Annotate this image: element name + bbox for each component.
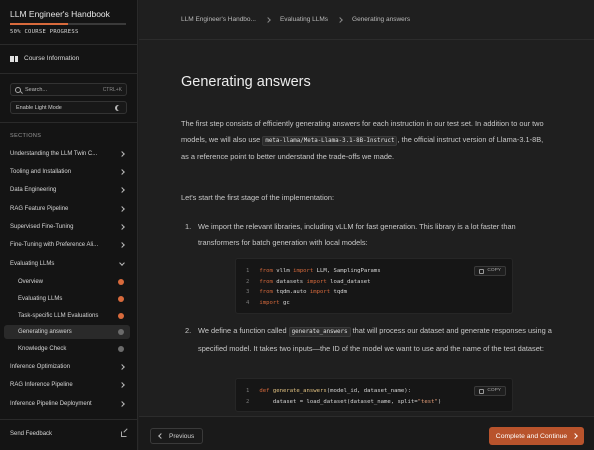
sidebar-lesson-generating-answers[interactable]: Generating answers xyxy=(4,325,130,339)
chevron-right-icon xyxy=(119,224,125,230)
sidebar-item-understanding-llm-twin[interactable]: Understanding the LLM Twin C... xyxy=(4,147,130,161)
sidebar-item-tooling[interactable]: Tooling and Installation xyxy=(4,165,130,179)
divider xyxy=(0,419,138,420)
code-line: 3 from tqdm.auto import tqdm xyxy=(246,289,347,295)
progress-fill xyxy=(10,23,68,25)
chevron-right-icon xyxy=(119,187,125,193)
chevron-right-icon xyxy=(119,242,125,248)
light-mode-label: Enable Light Mode xyxy=(16,104,62,111)
external-link-icon xyxy=(121,431,127,437)
search-shortcut: CTRL+K xyxy=(102,86,122,93)
breadcrumb-section[interactable]: Evaluating LLMs xyxy=(280,16,328,23)
light-mode-toggle[interactable]: Enable Light Mode xyxy=(10,101,127,114)
send-feedback-link[interactable]: Send Feedback xyxy=(10,431,127,437)
divider xyxy=(0,73,138,74)
code-line: 1 from vllm import LLM, SamplingParams xyxy=(246,268,381,274)
sidebar-lesson-knowledge-check[interactable]: Knowledge Check xyxy=(4,342,130,356)
completed-status-icon xyxy=(118,313,124,319)
book-icon xyxy=(10,55,18,62)
divider xyxy=(0,44,138,45)
sidebar-lesson-overview[interactable]: Overview xyxy=(4,275,130,289)
divider xyxy=(139,39,594,40)
code-line: 2 from datasets import load_dataset xyxy=(246,278,371,285)
search-icon xyxy=(15,86,21,93)
sidebar-item-rag-inference-pipeline[interactable]: RAG Inference Pipeline xyxy=(4,378,130,392)
chevron-right-icon xyxy=(572,433,579,439)
progress-bar xyxy=(10,23,126,25)
lead-paragraph: Let's start the first stage of the imple… xyxy=(181,193,334,202)
sidebar-item-supervised-fine-tuning[interactable]: Supervised Fine-Tuning xyxy=(4,220,130,234)
breadcrumb-course[interactable]: LLM Engineer's Handbo... xyxy=(181,16,256,23)
sidebar-item-preference-alignment[interactable]: Fine-Tuning with Preference Ali... xyxy=(4,238,130,252)
completed-status-icon xyxy=(118,279,124,285)
breadcrumb-lesson: Generating answers xyxy=(352,16,411,23)
copy-button[interactable]: COPY xyxy=(474,266,506,276)
chevron-right-icon xyxy=(119,151,125,157)
page-title: Generating answers xyxy=(181,74,311,90)
search-placeholder: Search... xyxy=(25,86,48,93)
course-info-link[interactable]: Course Information xyxy=(10,55,79,62)
model-id-code: meta-llama/Meta-Llama-3.1-8B-Instruct xyxy=(262,135,398,146)
completed-status-icon xyxy=(118,296,124,302)
sidebar-item-inference-optimization[interactable]: Inference Optimization xyxy=(4,360,130,374)
copy-button[interactable]: COPY xyxy=(474,386,506,396)
course-title: LLM Engineer's Handbook xyxy=(10,9,110,19)
chevron-right-icon xyxy=(337,16,343,23)
previous-button[interactable]: Previous xyxy=(150,428,204,444)
sidebar-item-inference-deployment[interactable]: Inference Pipeline Deployment xyxy=(4,397,130,411)
divider xyxy=(0,122,138,123)
code-block-generate-answers: 1 def generate_answers(model_id, dataset… xyxy=(235,378,513,412)
function-name-code: generate_answers xyxy=(288,327,351,337)
code-line: 4 import gc xyxy=(246,299,290,306)
code-line: 1 def generate_answers(model_id, dataset… xyxy=(246,388,411,394)
main-content: LLM Engineer's Handbo... Evaluating LLMs… xyxy=(139,0,594,450)
lesson-footer: Previous Complete and Continue xyxy=(139,416,594,450)
chevron-right-icon xyxy=(119,382,125,388)
intro-paragraph: The first step consists of efficiently g… xyxy=(181,119,544,161)
course-info-label: Course Information xyxy=(24,55,80,62)
sections-heading: SECTIONS xyxy=(10,133,42,139)
step-1-text: We import the relevant libraries, includ… xyxy=(198,222,516,247)
sidebar-lesson-evaluating-llms[interactable]: Evaluating LLMs xyxy=(4,292,130,306)
breadcrumb: LLM Engineer's Handbo... Evaluating LLMs… xyxy=(181,16,410,23)
copy-icon xyxy=(479,388,485,394)
chevron-right-icon xyxy=(265,16,271,23)
complete-and-continue-button[interactable]: Complete and Continue xyxy=(489,427,584,445)
code-block-imports: 1 from vllm import LLM, SamplingParams 2… xyxy=(235,258,513,314)
current-status-icon xyxy=(118,329,124,335)
chevron-right-icon xyxy=(119,206,125,212)
step-2-text: We define a function called generate_ans… xyxy=(198,326,552,353)
sidebar-item-data-engineering[interactable]: Data Engineering xyxy=(4,183,130,197)
list-number: 2. xyxy=(185,326,192,335)
list-number: 1. xyxy=(185,222,192,231)
search-input[interactable]: Search... CTRL+K xyxy=(10,83,127,96)
sidebar: LLM Engineer's Handbook 50% COURSE PROGR… xyxy=(0,0,138,450)
chevron-down-icon xyxy=(119,260,125,266)
moon-icon xyxy=(117,105,123,111)
copy-icon xyxy=(479,268,485,274)
chevron-left-icon xyxy=(158,433,164,439)
progress-label: 50% COURSE PROGRESS xyxy=(10,29,79,35)
chevron-right-icon xyxy=(119,364,125,370)
code-line: 2 dataset = load_dataset(dataset_name, s… xyxy=(246,398,442,405)
sidebar-lesson-task-specific[interactable]: Task-specific LLM Evaluations xyxy=(4,309,130,323)
sidebar-item-evaluating-llms[interactable]: Evaluating LLMs xyxy=(4,257,130,271)
chevron-right-icon xyxy=(119,169,125,175)
not-started-status-icon xyxy=(118,346,124,352)
chevron-right-icon xyxy=(119,401,125,407)
sidebar-item-rag-feature-pipeline[interactable]: RAG Feature Pipeline xyxy=(4,202,130,216)
